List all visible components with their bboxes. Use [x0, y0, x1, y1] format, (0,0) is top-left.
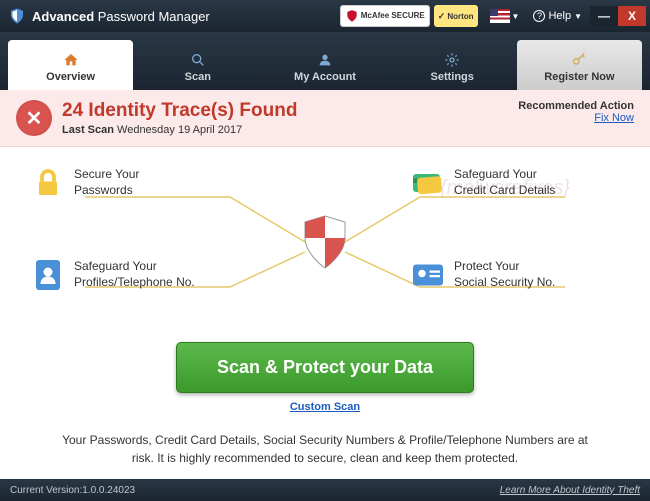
- help-menu[interactable]: ?Help▼: [533, 10, 582, 22]
- feature-credit-card: Safeguard Your Credit Card Details: [410, 165, 620, 201]
- custom-scan-link[interactable]: Custom Scan: [290, 401, 360, 413]
- security-badges: McAfee SECURE ✓Norton: [340, 5, 478, 27]
- search-icon: [189, 52, 207, 68]
- tab-settings[interactable]: Settings: [390, 40, 515, 90]
- tab-overview[interactable]: Overview: [8, 40, 133, 90]
- alert-headline: 24 Identity Trace(s) Found: [62, 100, 297, 122]
- flag-us-icon[interactable]: [490, 9, 510, 23]
- description-text: Your Passwords, Credit Card Details, Soc…: [0, 423, 650, 477]
- credit-card-icon: [410, 165, 446, 201]
- app-title: Advanced Password Manager: [32, 9, 210, 24]
- cta-section: Scan & Protect your Data Custom Scan: [0, 337, 650, 423]
- features-diagram: {malwarefixes} Secure Your Passwords Saf…: [0, 147, 650, 337]
- minimize-button[interactable]: —: [590, 6, 618, 26]
- recommended-action-label: Recommended Action: [518, 100, 634, 112]
- close-button[interactable]: X: [618, 6, 646, 26]
- alert-x-icon: ✕: [16, 100, 52, 136]
- feature-passwords: Secure Your Passwords: [30, 165, 240, 201]
- feature-ssn: Protect Your Social Security No.: [410, 257, 620, 293]
- norton-badge: ✓Norton: [434, 5, 478, 27]
- tab-scan[interactable]: Scan: [135, 40, 260, 90]
- user-icon: [316, 52, 334, 68]
- gear-icon: [443, 52, 461, 68]
- tab-my-account[interactable]: My Account: [262, 40, 387, 90]
- content-area: ✕ 24 Identity Trace(s) Found Last Scan W…: [0, 90, 650, 477]
- footer-bar: Current Version:1.0.0.24023 Learn More A…: [0, 479, 650, 501]
- learn-more-link[interactable]: Learn More About Identity Theft: [500, 485, 640, 496]
- titlebar: Advanced Password Manager McAfee SECURE …: [0, 0, 650, 32]
- fix-now-link[interactable]: Fix Now: [518, 112, 634, 124]
- scan-protect-button[interactable]: Scan & Protect your Data: [176, 342, 474, 393]
- mcafee-badge: McAfee SECURE: [340, 5, 430, 27]
- key-icon: [570, 52, 588, 68]
- feature-profiles: Safeguard Your Profiles/Telephone No.: [30, 257, 240, 293]
- lock-icon: [30, 165, 66, 201]
- id-card-icon: [410, 257, 446, 293]
- alert-banner: ✕ 24 Identity Trace(s) Found Last Scan W…: [0, 90, 650, 147]
- tab-register-now[interactable]: Register Now: [517, 40, 642, 90]
- phone-icon: [30, 257, 66, 293]
- flag-dropdown-icon[interactable]: ▼: [512, 12, 520, 21]
- home-icon: [62, 52, 80, 68]
- center-shield-icon: [300, 214, 350, 270]
- version-label: Current Version:1.0.0.24023: [10, 485, 135, 496]
- last-scan-info: Last Scan Wednesday 19 April 2017: [62, 124, 297, 136]
- app-shield-icon: [8, 7, 26, 25]
- tab-bar: Overview Scan My Account Settings Regist…: [0, 32, 650, 90]
